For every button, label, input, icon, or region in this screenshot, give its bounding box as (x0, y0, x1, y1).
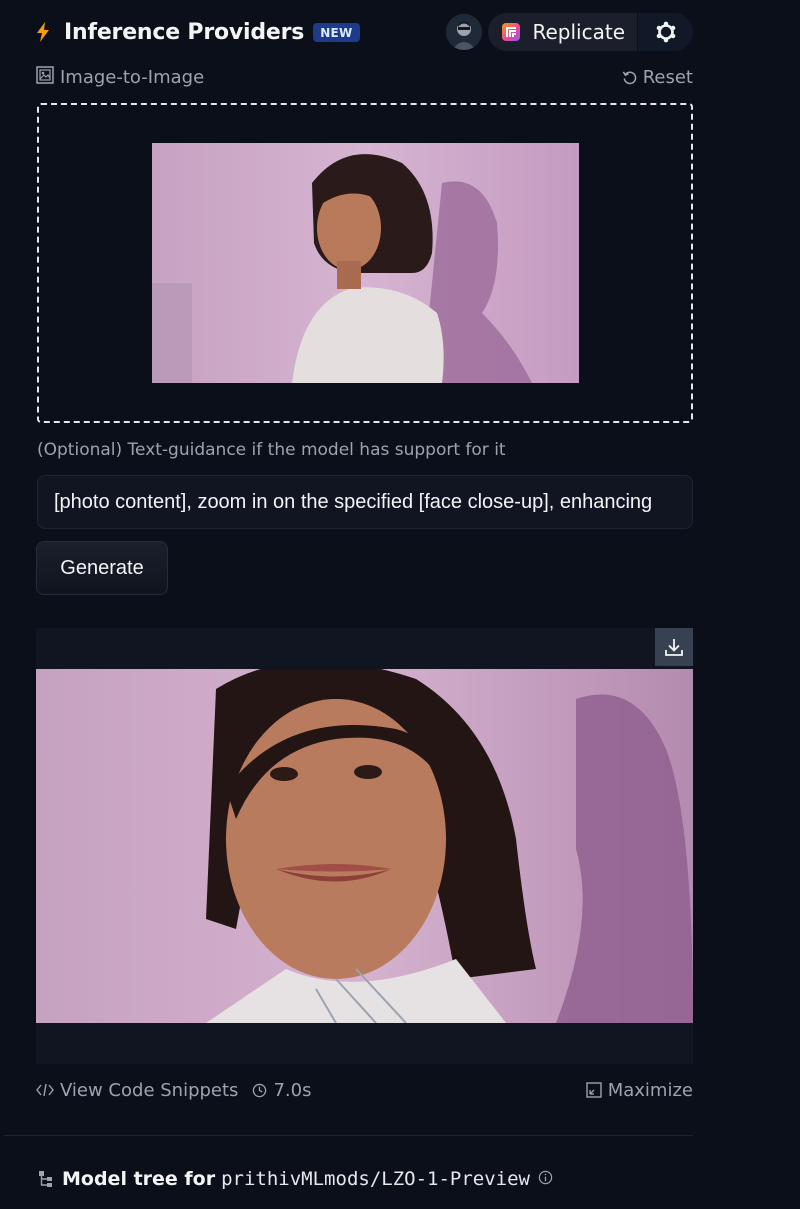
task-row: Image-to-Image Reset (36, 64, 693, 90)
output-image (36, 669, 693, 1023)
settings-gear-icon (656, 21, 675, 43)
prompt-input[interactable]: [photo content], zoom in on the specifie… (37, 475, 693, 529)
task-label: Image-to-Image (60, 66, 205, 88)
settings-button[interactable] (637, 13, 693, 51)
generate-button[interactable]: Generate (36, 541, 168, 595)
image-icon (36, 65, 54, 89)
model-repo-name[interactable]: prithivMLmods/LZO-1-Preview (221, 1168, 530, 1190)
input-image (152, 143, 579, 383)
view-code-snippets-link[interactable]: View Code Snippets (36, 1080, 238, 1101)
maximize-button[interactable]: Maximize (586, 1080, 693, 1101)
code-icon (36, 1083, 54, 1097)
model-tree-icon (39, 1171, 52, 1187)
lightning-bolt-icon (36, 20, 56, 44)
provider-controls: Replicate (446, 13, 693, 51)
new-badge: NEW (313, 22, 360, 42)
view-code-snippets-label: View Code Snippets (60, 1079, 239, 1101)
maximize-label: Maximize (607, 1079, 693, 1101)
clock-icon (253, 1083, 267, 1097)
provider-name: Replicate (532, 20, 625, 44)
section-divider (4, 1135, 693, 1136)
generation-time: 7.0s (252, 1080, 311, 1101)
model-tree-heading: Model tree for prithivMLmods/LZO-1-Previ… (38, 1165, 553, 1193)
download-icon (665, 639, 683, 656)
maximize-icon (586, 1082, 602, 1098)
replicate-logo-icon (502, 23, 521, 41)
header-title: Inference Providers (64, 19, 305, 45)
prompt-value: [photo content], zoom in on the specifie… (54, 490, 653, 513)
download-button[interactable] (655, 628, 693, 666)
provider-selector[interactable]: Replicate (488, 13, 693, 51)
generation-time-label: 7.0s (273, 1079, 312, 1101)
reset-button[interactable]: Reset (622, 67, 693, 88)
reset-icon (622, 70, 636, 84)
info-icon[interactable] (538, 1168, 553, 1190)
guidance-label: (Optional) Text-guidance if the model ha… (37, 440, 506, 460)
image-dropzone[interactable] (37, 103, 693, 423)
model-tree-label: Model tree for (62, 1168, 216, 1190)
output-footer: View Code Snippets 7.0s Maximize (36, 1077, 693, 1103)
output-panel (36, 628, 693, 1064)
reset-label: Reset (642, 66, 693, 88)
user-avatar[interactable] (446, 14, 483, 50)
inference-providers-header: Inference Providers NEW Replicate (36, 12, 693, 52)
